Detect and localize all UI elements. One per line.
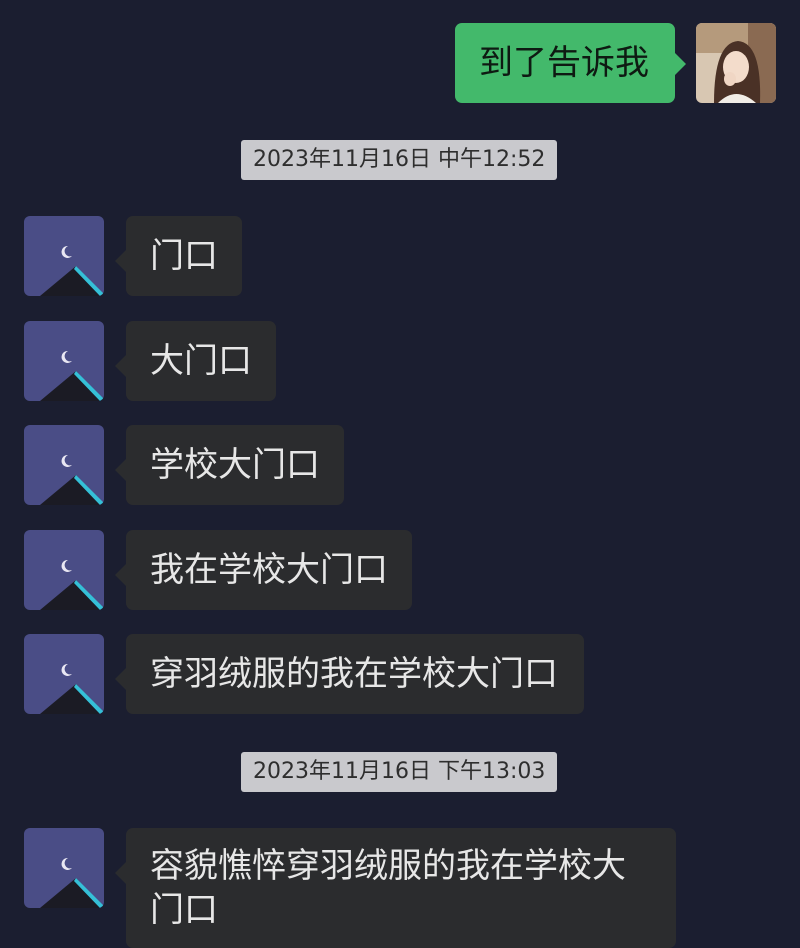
message-text: 容貌憔悴穿羽绒服的我在学校大门口 — [150, 846, 626, 930]
message-text: 到了告诉我 — [479, 43, 649, 83]
moon-building-avatar-icon — [24, 634, 104, 714]
message-text: 穿羽绒服的我在学校大门口 — [150, 654, 558, 694]
message-text: 我在学校大门口 — [150, 550, 388, 590]
sender-avatar[interactable] — [24, 634, 104, 714]
moon-building-avatar-icon — [24, 425, 104, 505]
incoming-message-bubble[interactable]: 门口 — [115, 216, 242, 296]
message-text: 学校大门口 — [150, 445, 320, 485]
self-avatar[interactable] — [696, 23, 776, 103]
incoming-message-bubble[interactable]: 穿羽绒服的我在学校大门口 — [115, 634, 584, 714]
moon-building-avatar-icon — [24, 530, 104, 610]
sender-avatar[interactable] — [24, 321, 104, 401]
moon-building-avatar-icon — [24, 828, 104, 908]
moon-building-avatar-icon — [24, 321, 104, 401]
timestamp-text: 2023年11月16日 中午12:52 — [253, 147, 546, 172]
incoming-message-bubble[interactable]: 容貌憔悴穿羽绒服的我在学校大门口 — [115, 828, 676, 948]
timestamp-text: 2023年11月16日 下午13:03 — [253, 759, 546, 784]
sender-avatar[interactable] — [24, 216, 104, 296]
message-text: 门口 — [150, 236, 218, 276]
incoming-message-bubble[interactable]: 大门口 — [115, 321, 276, 401]
sender-avatar[interactable] — [24, 828, 104, 908]
moon-building-avatar-icon — [24, 216, 104, 296]
chat-window: 到了告诉我 2023年11月16日 中午12:52 门口 大门口 学校大门口 我… — [0, 0, 800, 948]
sender-avatar[interactable] — [24, 425, 104, 505]
sender-avatar[interactable] — [24, 530, 104, 610]
incoming-message-bubble[interactable]: 我在学校大门口 — [115, 530, 412, 610]
incoming-message-bubble[interactable]: 学校大门口 — [115, 425, 344, 505]
timestamp-chip: 2023年11月16日 中午12:52 — [241, 140, 558, 180]
outgoing-message-bubble[interactable]: 到了告诉我 — [455, 23, 686, 103]
girl-photo-icon — [696, 23, 776, 103]
message-text: 大门口 — [150, 341, 252, 381]
timestamp-chip: 2023年11月16日 下午13:03 — [241, 752, 558, 792]
